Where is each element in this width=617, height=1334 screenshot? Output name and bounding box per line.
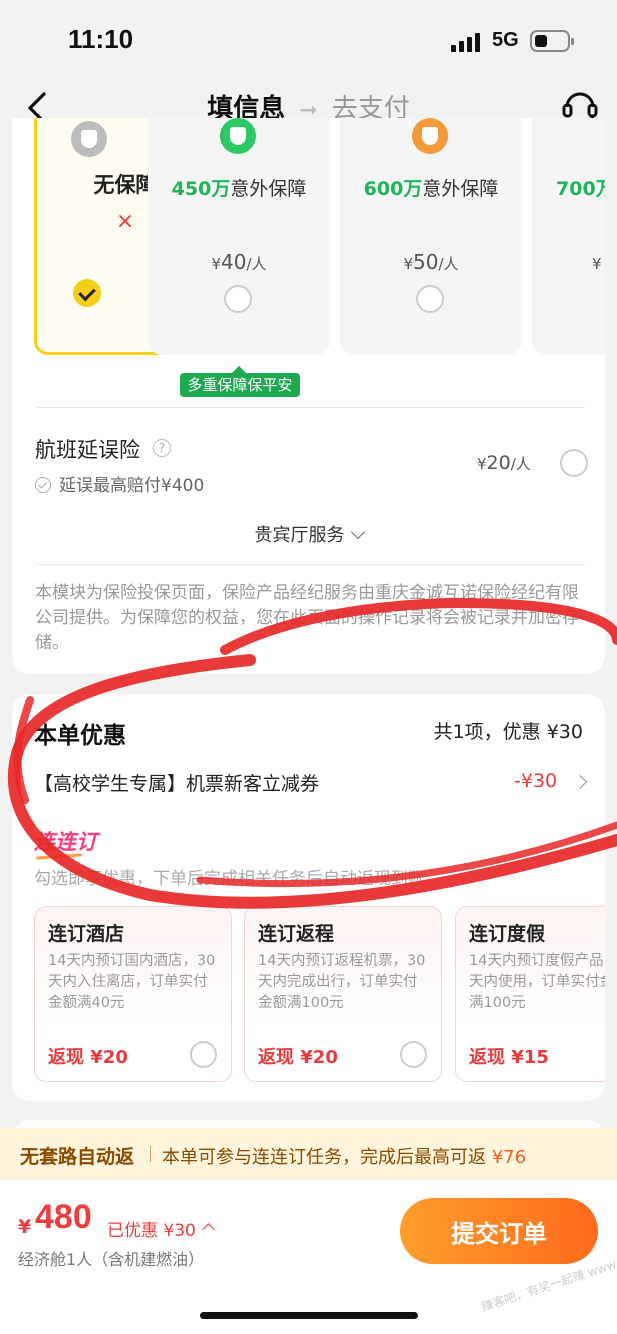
insurance-plan-600[interactable]: 600万意外保障 ¥50/人: [340, 118, 522, 355]
home-indicator[interactable]: [200, 1312, 418, 1319]
plan-600-title: 600万意外保障: [363, 178, 499, 200]
plan-none-selected-check[interactable]: [73, 279, 101, 307]
plan-600-radio[interactable]: [416, 285, 444, 313]
promo-title: 本单优惠: [34, 723, 126, 749]
submit-order-button[interactable]: 提交订单: [400, 1198, 598, 1264]
task-desc: 14天内预订度假产品，30天内使用，订单实付金额满100元: [469, 953, 605, 1011]
chevron-up-icon[interactable]: [202, 1223, 215, 1236]
divider: [35, 564, 585, 565]
price-currency: ¥: [18, 1216, 32, 1238]
task-card-hotel[interactable]: 连订酒店 14天内预订国内酒店，30天内入住离店，订单实付金额满40元 返现 ¥…: [34, 906, 232, 1082]
banner-text: 本单可参与连连订任务，完成后最高可返 ¥76: [162, 1147, 527, 1168]
vip-lounge-toggle[interactable]: 贵宾厅服务: [0, 521, 617, 547]
task-title: 连订返程: [258, 923, 335, 945]
chevron-right-icon[interactable]: [572, 774, 588, 790]
insurance-plan-700[interactable]: 700万 ¥: [532, 118, 605, 355]
auto-cashback-banner: 无套路自动返 本单可参与连连订任务，完成后最高可返 ¥76: [0, 1128, 617, 1180]
task-cashback: 返现 ¥15: [469, 1047, 549, 1068]
shield-green-icon: [220, 118, 256, 154]
check-circle-icon: [35, 477, 51, 493]
battery-icon: [530, 30, 574, 52]
delay-insurance-radio[interactable]: [560, 449, 588, 477]
insurance-card: 无保障 × 450万意外保障 ¥40/人 600万意外保障 ¥50/人 700万…: [12, 118, 605, 674]
promo-summary: 共1项，优惠 ¥30: [433, 721, 583, 743]
task-desc: 14天内预订国内酒店，30天内入住离店，订单实付金额满40元: [48, 953, 216, 1011]
promo-card: 本单优惠 共1项，优惠 ¥30 【高校学生专属】机票新客立减券 -¥30 连连订…: [12, 694, 605, 1101]
delay-insurance-price: ¥20/人: [477, 452, 531, 474]
task-card-vacation[interactable]: 连订度假 14天内预订度假产品，30天内使用，订单实付金额满100元 返现 ¥1…: [455, 906, 605, 1082]
insurance-plan-list: 无保障 × 450万意外保障 ¥40/人 600万意外保障 ¥50/人 700万…: [34, 118, 605, 358]
task-hotel-radio[interactable]: [190, 1041, 217, 1068]
plan-450-price: ¥40/人: [211, 250, 267, 274]
task-list: 连订酒店 14天内预订国内酒店，30天内入住离店，订单实付金额满40元 返现 ¥…: [34, 906, 605, 1086]
insurance-disclaimer: 本模块为保险投保页面，保险产品经纪服务由重庆金诚互诺保险经纪有限公司提供。为保障…: [35, 583, 579, 653]
plan-450-radio[interactable]: [224, 285, 252, 313]
coupon-amount: -¥30: [514, 770, 558, 792]
insurance-plan-450[interactable]: 450万意外保障 ¥40/人: [148, 118, 330, 355]
status-bar: 11:10 5G: [0, 0, 617, 80]
plan-600-price: ¥50/人: [403, 250, 459, 274]
plan-700-title: 700万: [556, 178, 605, 200]
divider: [35, 407, 585, 408]
plan-450-title: 450万意外保障: [171, 178, 307, 200]
multi-protection-tag: 多重保障保平安: [180, 366, 300, 397]
task-cashback: 返现 ¥20: [258, 1047, 338, 1068]
task-desc: 14天内预订返程机票，30天内完成出行，订单实付金额满100元: [258, 953, 426, 1011]
task-title: 连订酒店: [48, 923, 125, 945]
shield-gray-icon: [71, 121, 107, 157]
status-time: 11:10: [68, 24, 134, 54]
task-return-radio[interactable]: [400, 1041, 427, 1068]
delay-insurance-title: 航班延误险: [35, 438, 140, 462]
coupon-name[interactable]: 【高校学生专属】机票新客立减券: [34, 769, 319, 796]
task-title: 连订度假: [469, 923, 546, 945]
lianliandingg-logo: 连连订: [34, 826, 97, 856]
delay-insurance-sub: 延误最高赔付¥400: [35, 471, 204, 496]
lianlianding-desc: 勾选即享优惠，下单后完成相关任务后自动返现到账: [34, 869, 425, 889]
total-price: 480: [35, 1198, 92, 1236]
task-card-return[interactable]: 连订返程 14天内预订返程机票，30天内完成出行，订单实付金额满100元 返现 …: [244, 906, 442, 1082]
help-question-icon[interactable]: ?: [153, 439, 171, 457]
plan-700-price: ¥: [592, 255, 602, 273]
checkout-footer: ¥ 480 已优惠 ¥30 经济舱1人（含机建燃油） 提交订单 赚客吧，有奖一起…: [0, 1180, 617, 1334]
divider: [150, 1146, 151, 1162]
cellular-signal-icon: [451, 32, 481, 52]
discount-detail[interactable]: 已优惠 ¥30: [107, 1216, 196, 1241]
cabin-info: 经济舱1人（含机建燃油）: [18, 1250, 205, 1269]
network-type: 5G: [492, 29, 519, 51]
shield-orange-icon: [412, 118, 448, 154]
chevron-down-icon: [350, 524, 365, 540]
banner-title: 无套路自动返: [20, 1146, 135, 1168]
task-cashback: 返现 ¥20: [48, 1047, 128, 1068]
